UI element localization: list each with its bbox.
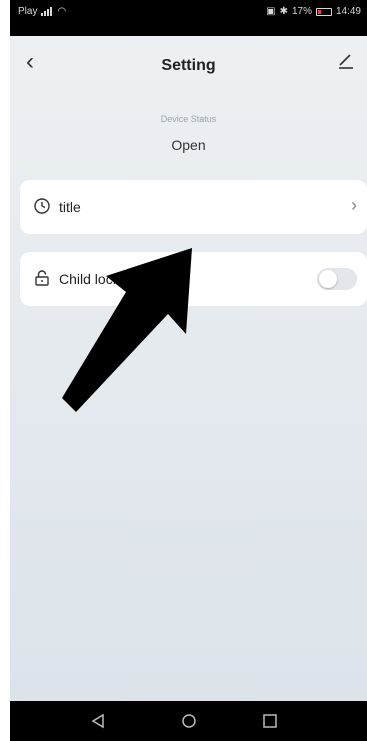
clock-icon [34, 198, 50, 214]
status-right: ▣ ✱ 17% 14:49 [266, 6, 361, 17]
clock-time: 14:49 [335, 6, 361, 17]
pencil-icon[interactable] [337, 52, 355, 70]
device-status-value: Open [171, 137, 206, 153]
recents-square-icon[interactable] [261, 712, 279, 730]
chevron-right-icon: › [351, 195, 357, 215]
app-frame: Play ◠ ▣ ✱ 17% 14:49 ‹ Setting Device St… [10, 0, 367, 741]
header: ‹ Setting [10, 36, 367, 92]
page-title: Setting [161, 57, 216, 74]
battery-percent: 17% [291, 6, 312, 17]
lock-icon [35, 270, 49, 286]
carrier-label: Play [18, 6, 38, 17]
device-status-label: Device Status [160, 114, 217, 124]
back-triangle-icon[interactable] [89, 712, 107, 730]
wifi-icon: ◠ [57, 6, 67, 17]
toggle-knob [319, 270, 337, 288]
home-circle-icon[interactable] [180, 712, 198, 730]
bluetooth-icon: ✱ [279, 6, 288, 17]
signal-icon [41, 7, 53, 16]
status-left: Play ◠ [18, 6, 66, 17]
title-row[interactable]: title › [20, 180, 367, 234]
status-bar: Play ◠ ▣ ✱ 17% 14:49 [10, 0, 367, 36]
child-lock-toggle[interactable] [317, 268, 357, 290]
title-row-label: title [59, 199, 81, 215]
nfc-icon: ▣ [266, 6, 276, 17]
battery-icon [315, 7, 332, 16]
nav-bar [10, 701, 367, 741]
arrow-up-right-icon [62, 248, 192, 412]
